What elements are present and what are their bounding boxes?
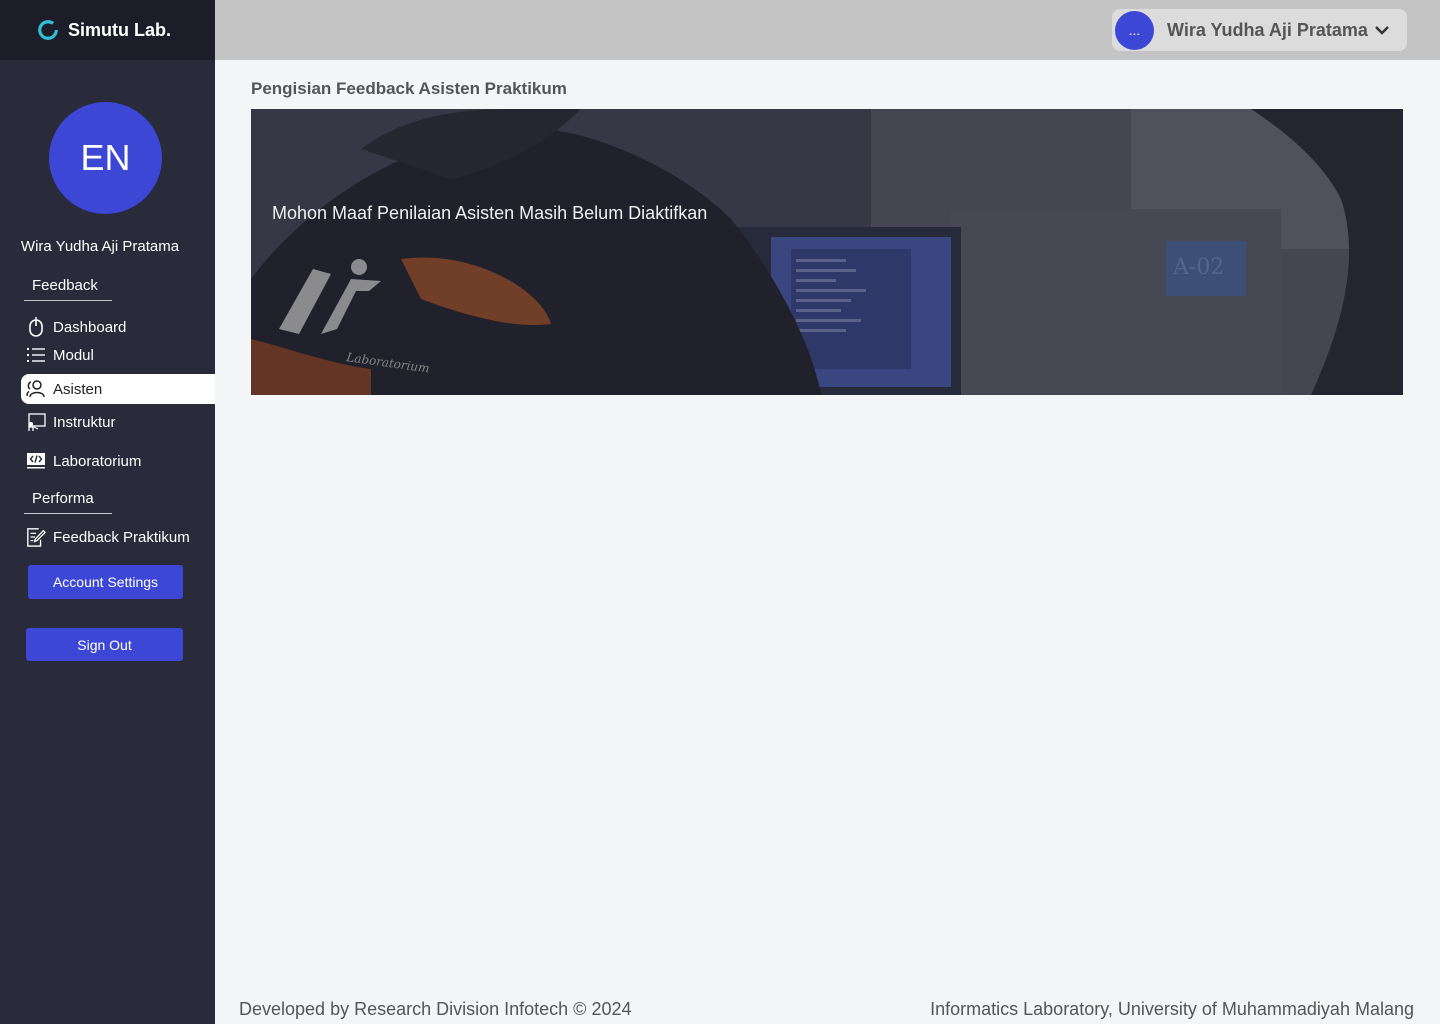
sidebar-item-label: Instruktur xyxy=(53,413,116,431)
code-screen-icon xyxy=(26,451,46,471)
page-title: Pengisian Feedback Asisten Praktikum xyxy=(251,79,567,98)
sidebar-item-label: Asisten xyxy=(53,380,103,398)
footer-institution: Informatics Laboratory, University of Mu… xyxy=(930,999,1414,1019)
sidebar-item-feedback-praktikum[interactable]: Feedback Praktikum xyxy=(21,522,215,552)
mouse-icon xyxy=(26,317,46,337)
profile-avatar: EN xyxy=(49,102,162,214)
section-label-feedback: Feedback xyxy=(24,277,112,301)
sidebar-item-label: Dashboard xyxy=(53,318,127,336)
info-banner: A-02 Laboratorium Mohon Maaf Penilaian A… xyxy=(251,109,1403,395)
sidebar-item-label: Feedback Praktikum xyxy=(53,528,190,546)
sidebar-item-instruktur[interactable]: Instruktur xyxy=(21,407,215,437)
brand[interactable]: Simutu Lab. xyxy=(0,0,215,60)
user-menu-dropdown[interactable]: ... Wira Yudha Aji Pratama xyxy=(1112,9,1407,51)
sidebar-user-name: Wira Yudha Aji Pratama xyxy=(20,238,180,255)
header-user-name: Wira Yudha Aji Pratama xyxy=(1167,19,1368,40)
footer-credit: Developed by Research Division Infotech … xyxy=(239,999,632,1019)
sidebar-item-label: Modul xyxy=(53,346,94,364)
edit-document-icon xyxy=(26,527,46,547)
sidebar-item-label: Laboratorium xyxy=(53,452,142,470)
account-settings-button[interactable]: Account Settings xyxy=(28,565,183,599)
avatar-initials: EN xyxy=(80,137,131,178)
header-avatar-text: ... xyxy=(1128,22,1141,38)
header-avatar: ... xyxy=(1115,10,1154,50)
chevron-down-icon xyxy=(1375,26,1389,35)
list-icon xyxy=(26,345,46,365)
top-bar: ... Wira Yudha Aji Pratama xyxy=(215,0,1440,60)
sidebar-item-laboratorium[interactable]: Laboratorium xyxy=(21,446,215,476)
sign-out-button[interactable]: Sign Out xyxy=(26,628,183,661)
instructor-board-icon xyxy=(26,412,46,432)
users-icon xyxy=(26,379,46,399)
loading-ring-icon xyxy=(38,20,58,40)
brand-name: Simutu Lab. xyxy=(68,19,171,40)
sidebar-item-asisten[interactable]: Asisten xyxy=(21,374,215,404)
sidebar: Simutu Lab. EN Wira Yudha Aji Pratama Fe… xyxy=(0,0,215,1024)
section-label-performa: Performa xyxy=(24,490,112,514)
lab-photo-background: A-02 Laboratorium xyxy=(251,109,1403,395)
banner-message: Mohon Maaf Penilaian Asisten Masih Belum… xyxy=(272,203,708,223)
sidebar-item-dashboard[interactable]: Dashboard xyxy=(21,312,215,342)
sidebar-item-modul[interactable]: Modul xyxy=(21,340,215,370)
